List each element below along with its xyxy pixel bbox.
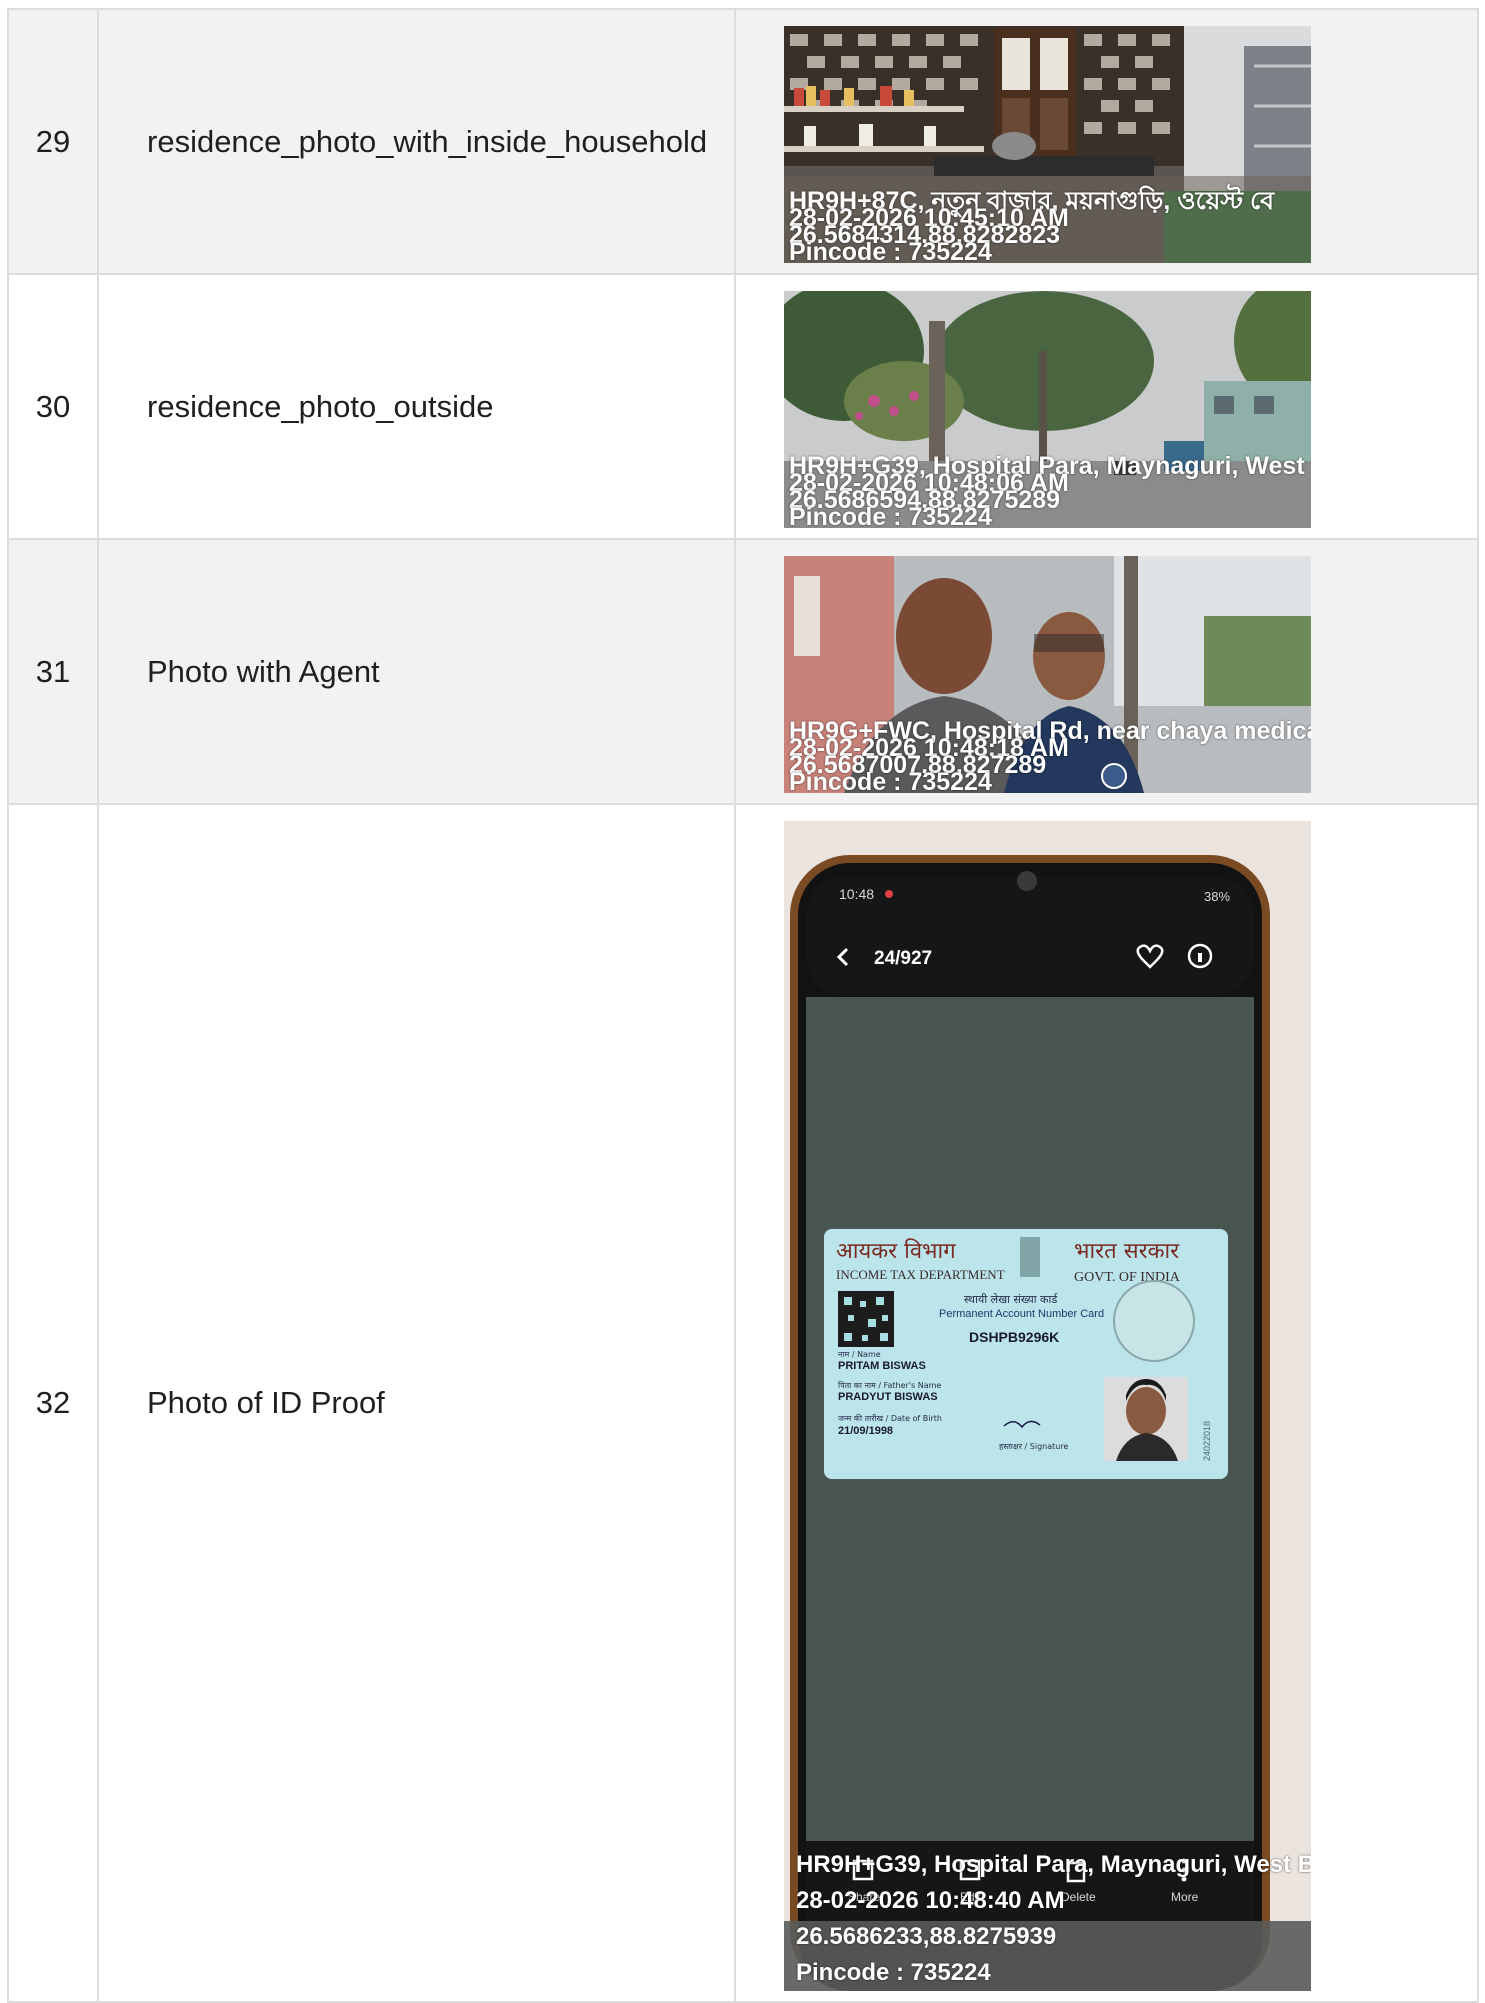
table-row: 31 Photo with Agent HR9G+FWC, Hospital R… <box>7 538 1480 805</box>
gallery-counter: 24/927 <box>874 948 932 969</box>
hologram-icon <box>1112 1280 1195 1362</box>
card-title-hindi: स्थायी लेखा संख्या कार्ड <box>964 1293 1058 1306</box>
stamp-pincode: Pincode : 735224 <box>788 768 992 794</box>
pan-card: आयकर विभाग भारत सरकार INCOME TAX DEPARTM… <box>823 1229 1228 1479</box>
row-number: 31 <box>7 538 99 805</box>
card-title: Permanent Account Number Card <box>939 1308 1104 1320</box>
row-label: Photo of ID Proof <box>97 803 736 2003</box>
emblem-icon <box>1019 1237 1040 1277</box>
holder-name: PRITAM BISWAS <box>838 1360 926 1372</box>
table-row: 29 residence_photo_with_inside_household <box>7 8 1480 275</box>
stamp-address: HR9H+G39, Hospital Para, Maynaguri, West… <box>795 1851 1311 1878</box>
geo-stamp: HR9H+87C, নতুন বাজার, ময়নাগুড়ি, ওয়েস্… <box>789 189 1274 264</box>
dept-english: INCOME TAX DEPARTMENT <box>836 1267 1005 1282</box>
pan-number: DSHPB9296K <box>969 1329 1059 1345</box>
geo-stamp: HR9H+G39, Hospital Para, Maynaguri, West… <box>789 454 1305 529</box>
row-number: 32 <box>7 803 99 2003</box>
table-row: 30 residence_photo_outside HR9H+G39, Hos… <box>7 273 1480 540</box>
table-row: 32 Photo of ID Proof 10:48 38% 24/927 आय… <box>7 803 1480 2003</box>
date-of-birth: 21/09/1998 <box>838 1425 893 1437</box>
card-side-code: 24022018 <box>1202 1421 1212 1461</box>
status-time: 10:48 <box>839 886 874 902</box>
battery-level: 38% <box>1204 889 1230 904</box>
dob-caption: जन्म की तारीख / Date of Birth <box>838 1413 942 1423</box>
row-number: 30 <box>7 273 99 540</box>
name-caption: नाम / Name <box>838 1350 881 1359</box>
stamp-coords: 26.5686233,88.8275939 <box>795 1923 1057 1950</box>
pan-card-on-phone-image: 10:48 38% 24/927 आयकर विभाग भारत सरकार I… <box>783 821 1311 1991</box>
row-label: Photo with Agent <box>97 538 736 805</box>
agent-photo[interactable]: HR9G+FWC, Hospital Rd, near chaya medica… <box>783 556 1311 794</box>
residence-outside-photo[interactable]: HR9H+G39, Hospital Para, Maynaguri, West… <box>783 291 1311 529</box>
dept-hindi: आयकर विभाग <box>836 1238 956 1264</box>
father-caption: पिता का नाम / Father's Name <box>838 1380 941 1390</box>
id-proof-photo[interactable]: 10:48 38% 24/927 आयकर विभाग भारत सरकार I… <box>783 821 1311 1991</box>
row-number: 29 <box>7 8 99 275</box>
stamp-datetime: 28-02-2026 10:48:40 AM <box>795 1887 1065 1914</box>
record-icon <box>884 890 893 898</box>
govt-hindi: भारत सरकार <box>1074 1239 1180 1264</box>
photo-table: 29 residence_photo_with_inside_household <box>7 8 1480 2003</box>
father-name: PRADYUT BISWAS <box>838 1391 938 1403</box>
signature-caption: हस्ताक्षर / Signature <box>999 1442 1068 1451</box>
row-label: residence_photo_outside <box>97 273 736 540</box>
geo-stamp: HR9G+FWC, Hospital Rd, near chaya medica… <box>788 719 1311 794</box>
residence-inside-photo[interactable]: HR9H+87C, নতুন বাজার, ময়নাগুড়ি, ওয়েস্… <box>783 26 1311 264</box>
qr-code-icon <box>837 1291 894 1347</box>
stamp-pincode: Pincode : 735224 <box>795 1959 991 1986</box>
row-label: residence_photo_with_inside_household <box>97 8 736 275</box>
geo-stamp: HR9H+G39, Hospital Para, Maynaguri, West… <box>796 1847 1311 1991</box>
